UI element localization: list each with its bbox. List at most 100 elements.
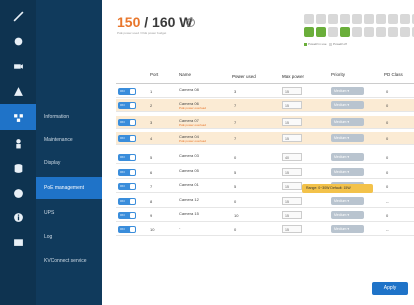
pd-class: 0 bbox=[386, 170, 389, 175]
legend-inactive-swatch bbox=[329, 42, 333, 46]
port-name: Camera 05 bbox=[179, 168, 199, 173]
table-row: ON 8 Camera 12 0 15 Medium ▾ -- bbox=[116, 195, 414, 208]
port-name: Camera 07 PoE power overload bbox=[179, 118, 207, 127]
table-row: ON 9 Camera 15 10 15 Medium ▾ 0 bbox=[116, 209, 414, 222]
camera-icon[interactable] bbox=[0, 53, 36, 79]
port-number: 9 bbox=[150, 213, 153, 218]
sub-navigation: Information Maintenance Display PoE mana… bbox=[36, 0, 102, 305]
port-number: 2 bbox=[150, 103, 153, 108]
port-status-17 bbox=[376, 27, 386, 37]
power-budget-title: 150 / 160 W bbox=[117, 14, 193, 30]
priority-select[interactable]: Medium ▾ bbox=[331, 153, 364, 161]
priority-select[interactable]: Medium ▾ bbox=[331, 118, 364, 126]
pd-class: 0 bbox=[386, 103, 389, 108]
subnav-log[interactable]: Log bbox=[36, 226, 102, 248]
header-name[interactable]: Name bbox=[179, 72, 191, 77]
port-status-15 bbox=[352, 27, 362, 37]
building-icon[interactable] bbox=[0, 228, 36, 254]
port-toggle[interactable]: ON bbox=[118, 88, 136, 95]
port-toggle[interactable]: ON bbox=[118, 154, 136, 161]
priority-select[interactable]: Medium ▾ bbox=[331, 134, 364, 142]
info-icon[interactable] bbox=[0, 204, 36, 230]
subnav-maintenance[interactable]: Maintenance bbox=[36, 129, 102, 151]
port-number: 7 bbox=[150, 184, 153, 189]
priority-select[interactable]: Medium ▾ bbox=[331, 197, 364, 205]
refresh-icon[interactable]: ⟳ bbox=[186, 18, 195, 27]
subnav-information[interactable]: Information bbox=[36, 106, 102, 128]
priority-select[interactable]: Medium ▾ bbox=[331, 168, 364, 176]
port-number: 6 bbox=[150, 170, 153, 175]
header-port[interactable]: Port bbox=[150, 72, 158, 77]
max-power-input[interactable]: 15 bbox=[282, 168, 302, 176]
max-power-input[interactable]: 15 bbox=[282, 134, 302, 142]
power-used-value: 150 bbox=[117, 14, 141, 30]
max-power-input[interactable]: 15 bbox=[282, 197, 302, 205]
port-toggle[interactable]: ON bbox=[118, 135, 136, 142]
port-status-12 bbox=[316, 27, 326, 37]
port-toggle[interactable]: ON bbox=[118, 183, 136, 190]
port-name: Camera 12 bbox=[179, 197, 199, 202]
port-status-5 bbox=[352, 14, 362, 24]
port-status-19 bbox=[400, 27, 410, 37]
warning-icon[interactable] bbox=[0, 78, 36, 104]
subnav-poe-management[interactable]: PoE management bbox=[36, 177, 102, 199]
person-icon[interactable] bbox=[0, 130, 36, 156]
power-used: 5 bbox=[234, 184, 237, 189]
port-status-6 bbox=[364, 14, 374, 24]
port-status-8 bbox=[388, 14, 398, 24]
pd-class: 0 bbox=[386, 136, 389, 141]
globe-icon[interactable] bbox=[0, 180, 36, 206]
port-status-2 bbox=[316, 14, 326, 24]
port-toggle[interactable]: ON bbox=[118, 102, 136, 109]
port-number: 3 bbox=[150, 120, 153, 125]
port-number: 5 bbox=[150, 155, 153, 160]
port-name: Camera 08 bbox=[179, 87, 199, 92]
port-toggle[interactable]: ON bbox=[118, 212, 136, 219]
database-icon[interactable] bbox=[0, 155, 36, 181]
gear-icon[interactable] bbox=[0, 28, 36, 54]
power-used: 0 bbox=[234, 199, 237, 204]
max-power-tooltip: Range: 0~30W Default: 15W bbox=[302, 184, 373, 193]
max-power-input[interactable]: 15 bbox=[282, 182, 302, 190]
power-used: 7 bbox=[234, 103, 237, 108]
port-status-9 bbox=[400, 14, 410, 24]
priority-select[interactable]: Medium ▾ bbox=[331, 101, 364, 109]
max-power-input[interactable]: 15 bbox=[282, 225, 302, 233]
port-toggle[interactable]: ON bbox=[118, 198, 136, 205]
max-power-input[interactable]: 15 bbox=[282, 101, 302, 109]
subnav-display[interactable]: Display bbox=[36, 152, 102, 174]
max-power-input[interactable]: 15 bbox=[282, 211, 302, 219]
legend-inactive-label: PoweR off bbox=[333, 42, 347, 46]
network-icon[interactable] bbox=[0, 104, 36, 130]
header-priority[interactable]: Priority bbox=[331, 72, 345, 77]
signal-icon[interactable] bbox=[0, 3, 36, 29]
table-row: ON 5 Camera 03 0 40 Medium ▾ 0 bbox=[116, 151, 414, 164]
max-power-input[interactable]: 40 bbox=[282, 153, 302, 161]
port-toggle[interactable]: ON bbox=[118, 169, 136, 176]
max-power-input[interactable]: 15 bbox=[282, 87, 302, 95]
subnav-kvconnect-service[interactable]: KVConnect service bbox=[36, 250, 102, 272]
port-status-14 bbox=[340, 27, 350, 37]
port-toggle[interactable]: ON bbox=[118, 119, 136, 126]
pd-class: 0 bbox=[386, 155, 389, 160]
port-status-7 bbox=[376, 14, 386, 24]
priority-select[interactable]: Medium ▾ bbox=[331, 87, 364, 95]
port-name: Camera 06 PoE power overload bbox=[179, 101, 207, 110]
port-number: 1 bbox=[150, 89, 153, 94]
main-panel: 150 / 160 W ⟳ PoE power used / PoE power… bbox=[102, 0, 414, 305]
port-toggle[interactable]: ON bbox=[118, 226, 136, 233]
table-row: ON 4 Camera 04 PoE power overload 7 15 Medium … bbox=[116, 132, 414, 145]
port-status-18 bbox=[388, 27, 398, 37]
subnav-ups[interactable]: UPS bbox=[36, 202, 102, 224]
max-power-input[interactable]: 15 bbox=[282, 118, 302, 126]
priority-select[interactable]: Medium ▾ bbox=[331, 225, 364, 233]
priority-select[interactable]: Medium ▾ bbox=[331, 211, 364, 219]
table-row: ON 2 Camera 06 PoE power overload 7 15 Medium … bbox=[116, 99, 414, 112]
apply-button[interactable]: Apply bbox=[372, 282, 408, 295]
pd-class: 0 bbox=[386, 89, 389, 94]
port-number: 10 bbox=[150, 227, 155, 232]
port-status-4 bbox=[340, 14, 350, 24]
port-status-1 bbox=[304, 14, 314, 24]
header-pd-class[interactable]: PD Class bbox=[384, 72, 403, 77]
port-status-11 bbox=[304, 27, 314, 37]
